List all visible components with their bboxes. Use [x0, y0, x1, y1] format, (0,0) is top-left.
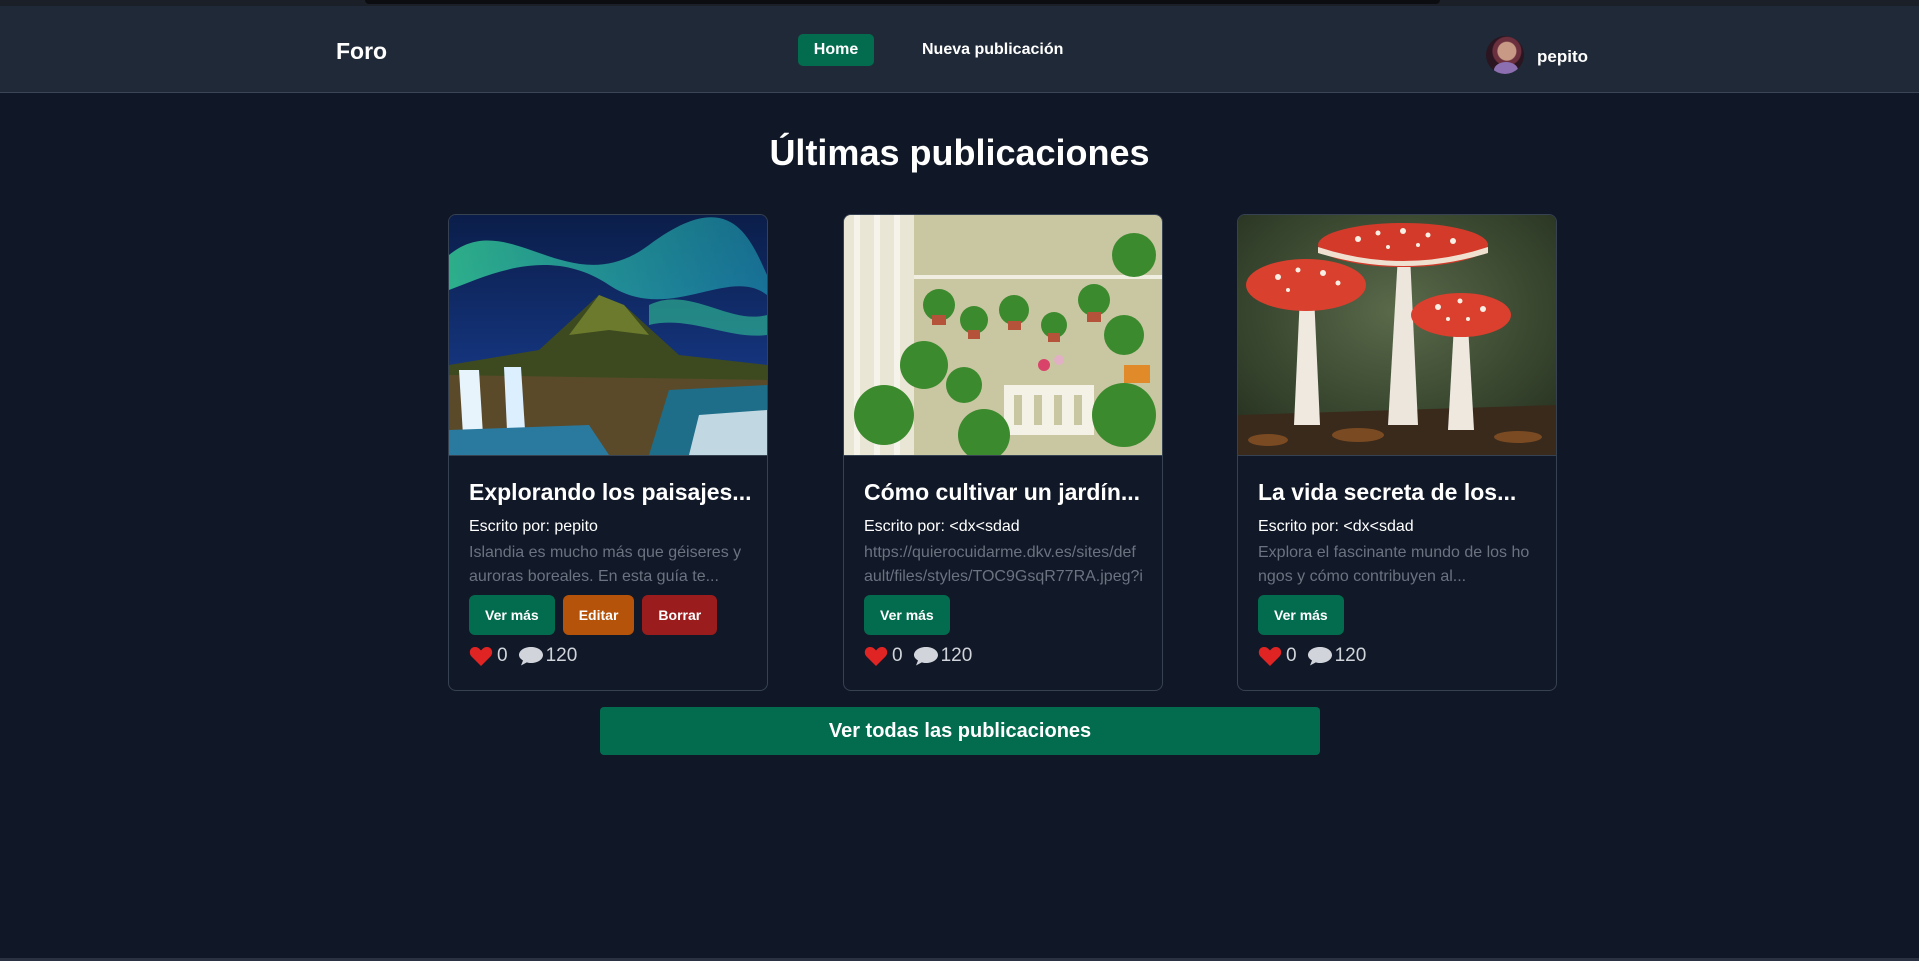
post-actions: Ver más: [864, 595, 950, 635]
view-all-posts-button[interactable]: Ver todas las publicaciones: [600, 707, 1320, 755]
nav-link-new-post[interactable]: Nueva publicación: [922, 41, 1063, 59]
post-card: Explorando los paisajes... Escrito por: …: [448, 214, 768, 691]
view-more-button[interactable]: Ver más: [1258, 595, 1344, 635]
view-more-button[interactable]: Ver más: [469, 595, 555, 635]
post-image-plants[interactable]: [844, 215, 1162, 456]
navbar: Foro Home Nueva publicación pepito: [0, 6, 1919, 93]
balcony-plants-image: [844, 215, 1162, 455]
post-title[interactable]: Explorando los paisajes...: [469, 479, 754, 506]
post-author: Escrito por: <dx<sdad: [864, 518, 1020, 535]
like-count: 0: [497, 645, 508, 666]
heart-icon[interactable]: [469, 645, 493, 667]
post-excerpt: Explora el fascinante mundo de los hongo…: [1258, 544, 1530, 585]
post-author: Escrito por: <dx<sdad: [1258, 518, 1414, 535]
post-stats: 0 120: [1258, 645, 1366, 667]
avatar-figure: [1494, 62, 1518, 74]
like-count: 0: [1286, 645, 1297, 666]
post-title[interactable]: Cómo cultivar un jardín...: [864, 479, 1149, 506]
post-card: Cómo cultivar un jardín... Escrito por: …: [843, 214, 1163, 691]
mushrooms-image: [1238, 215, 1556, 455]
post-excerpt: Islandia es mucho más que géiseres y aur…: [469, 544, 742, 585]
post-actions: Ver más Editar Borrar: [469, 595, 718, 635]
aurora-landscape-image: [449, 215, 767, 455]
post-title[interactable]: La vida secreta de los...: [1258, 479, 1543, 506]
post-image-mushrooms[interactable]: [1238, 215, 1556, 456]
delete-button[interactable]: Borrar: [642, 595, 718, 635]
top-scroll-thumb: [365, 0, 1440, 4]
page-title: Últimas publicaciones: [769, 132, 1150, 173]
heart-icon[interactable]: [1258, 645, 1282, 667]
post-card: La vida secreta de los... Escrito por: <…: [1237, 214, 1557, 691]
edit-button[interactable]: Editar: [562, 595, 635, 635]
nav-link-home[interactable]: Home: [798, 34, 874, 66]
comment-icon[interactable]: [518, 645, 544, 667]
post-actions: Ver más: [1258, 595, 1344, 635]
brand-logo[interactable]: Foro: [336, 38, 387, 65]
username[interactable]: pepito: [1537, 47, 1588, 67]
avatar[interactable]: [1486, 36, 1524, 74]
post-stats: 0 120: [469, 645, 577, 667]
post-stats: 0 120: [864, 645, 972, 667]
comment-icon[interactable]: [1307, 645, 1333, 667]
comment-count: 120: [1334, 645, 1367, 666]
post-excerpt: https://quierocuidarme.dkv.es/sites/defa…: [864, 544, 1143, 585]
heart-icon[interactable]: [864, 645, 888, 667]
post-image-aurora[interactable]: [449, 215, 767, 456]
comment-count: 120: [940, 645, 973, 666]
like-count: 0: [892, 645, 903, 666]
comment-count: 120: [545, 645, 578, 666]
comment-icon[interactable]: [913, 645, 939, 667]
post-author: Escrito por: pepito: [469, 518, 598, 535]
view-more-button[interactable]: Ver más: [864, 595, 950, 635]
